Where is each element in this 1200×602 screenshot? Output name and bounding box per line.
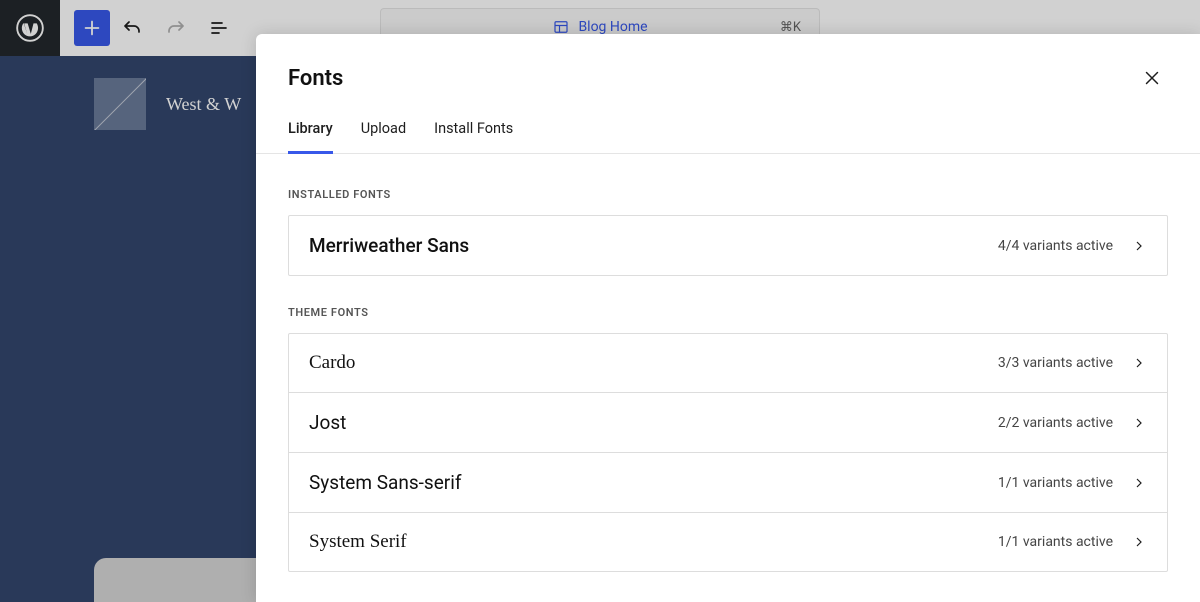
wordpress-icon <box>16 14 44 42</box>
chevron-right-icon <box>1131 355 1147 371</box>
chevron-right-icon <box>1131 475 1147 491</box>
site-logo-placeholder[interactable] <box>94 78 146 130</box>
font-name: Cardo <box>309 352 355 374</box>
undo-button[interactable] <box>110 0 154 56</box>
redo-icon <box>164 16 188 40</box>
redo-button[interactable] <box>154 0 198 56</box>
font-row-system-sans-serif[interactable]: System Sans-serif 1/1 variants active <box>289 453 1167 513</box>
variants-count: 1/1 variants active <box>998 534 1113 550</box>
variants-count: 4/4 variants active <box>998 238 1113 254</box>
section-label-theme: Theme Fonts <box>288 306 1168 319</box>
tab-library[interactable]: Library <box>288 120 333 154</box>
shortcut-hint: ⌘K <box>780 20 801 35</box>
tab-install-fonts[interactable]: Install Fonts <box>434 120 513 154</box>
variants-count: 3/3 variants active <box>998 355 1113 371</box>
page-label: Blog Home <box>578 19 647 35</box>
font-name: System Serif <box>309 531 407 553</box>
undo-icon <box>120 16 144 40</box>
font-row-merriweather-sans[interactable]: Merriweather Sans 4/4 variants active <box>289 216 1167 275</box>
font-name: Jost <box>309 411 346 434</box>
installed-fonts-list: Merriweather Sans 4/4 variants active <box>288 215 1168 276</box>
modal-tabs: Library Upload Install Fonts <box>256 94 1200 154</box>
chevron-right-icon <box>1131 238 1147 254</box>
add-block-button[interactable] <box>74 10 110 46</box>
modal-body: Installed Fonts Merriweather Sans 4/4 va… <box>256 154 1200 572</box>
close-icon <box>1141 67 1163 89</box>
fonts-modal: Fonts Library Upload Install Fonts Insta… <box>256 34 1200 602</box>
variants-count: 1/1 variants active <box>998 475 1113 491</box>
variants-count: 2/2 variants active <box>998 415 1113 431</box>
modal-title: Fonts <box>288 66 343 91</box>
font-name: System Sans-serif <box>309 471 461 494</box>
section-label-installed: Installed Fonts <box>288 188 1168 201</box>
font-row-cardo[interactable]: Cardo 3/3 variants active <box>289 334 1167 393</box>
list-view-icon <box>208 16 232 40</box>
font-name: Merriweather Sans <box>309 234 469 257</box>
document-overview-button[interactable] <box>198 0 242 56</box>
theme-fonts-list: Cardo 3/3 variants active Jost 2/2 varia… <box>288 333 1168 572</box>
wordpress-logo[interactable] <box>0 0 60 56</box>
font-row-jost[interactable]: Jost 2/2 variants active <box>289 393 1167 453</box>
tab-upload[interactable]: Upload <box>361 120 406 154</box>
font-row-system-serif[interactable]: System Serif 1/1 variants active <box>289 513 1167 571</box>
plus-icon <box>81 17 103 39</box>
close-button[interactable] <box>1136 62 1168 94</box>
chevron-right-icon <box>1131 534 1147 550</box>
chevron-right-icon <box>1131 415 1147 431</box>
site-title[interactable]: West & W <box>166 94 241 115</box>
